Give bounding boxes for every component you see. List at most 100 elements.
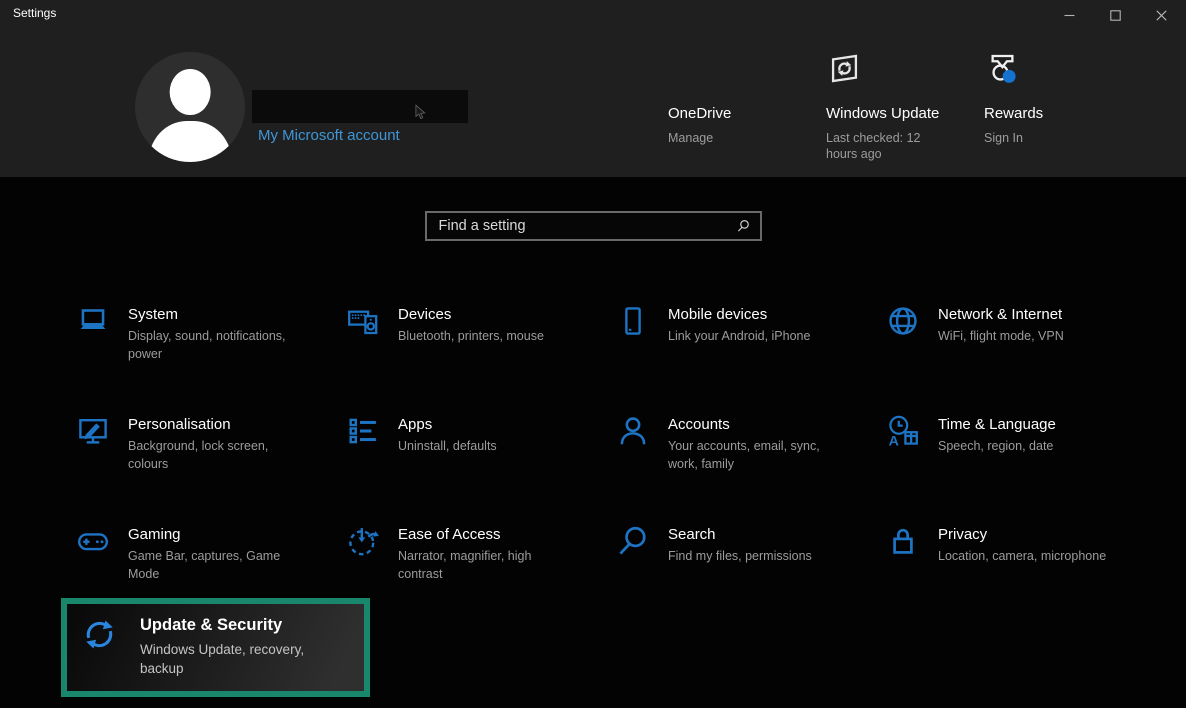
ease-of-access-icon (345, 523, 381, 559)
category-subtitle: Bluetooth, printers, mouse (398, 328, 544, 346)
category-title: Mobile devices (668, 305, 810, 324)
search-box (425, 211, 762, 241)
window-controls (1046, 0, 1184, 30)
category-tile[interactable]: Ease of Access Narrator, magnifier, high… (345, 520, 615, 630)
category-text: Accounts Your accounts, email, sync, wor… (668, 410, 840, 473)
category-tile[interactable]: Personalisation Background, lock screen,… (75, 410, 345, 520)
quick-item-subtitle: Sign In (984, 130, 1092, 146)
apps-icon (345, 413, 381, 449)
category-tile-update-security[interactable]: Update & Security Windows Update, recove… (61, 598, 370, 697)
category-title: Personalisation (128, 415, 300, 434)
ease-of-access-icon (345, 523, 381, 559)
time-language-icon: A (885, 413, 921, 449)
category-tile[interactable]: System Display, sound, notifications, po… (75, 300, 345, 410)
category-tile[interactable]: Apps Uninstall, defaults (345, 410, 615, 520)
category-title: Privacy (938, 525, 1106, 544)
personalisation-icon (75, 413, 111, 449)
close-button[interactable] (1138, 0, 1184, 30)
gaming-icon (75, 523, 111, 559)
system-icon (75, 303, 111, 339)
rewards-medal-icon (984, 50, 1112, 88)
rewards-medal-icon (984, 50, 1021, 87)
category-title: Devices (398, 305, 544, 324)
category-title: Gaming (128, 525, 300, 544)
category-title: Apps (398, 415, 497, 434)
quick-item-title: Windows Update (826, 104, 954, 123)
system-icon (75, 303, 111, 339)
category-subtitle: Narrator, magnifier, high contrast (398, 548, 570, 583)
category-title: Ease of Access (398, 525, 570, 544)
category-tile[interactable]: A Time & Language Speech, region, date (885, 410, 1155, 520)
category-text: Privacy Location, camera, microphone (938, 520, 1106, 566)
category-text: Personalisation Background, lock screen,… (128, 410, 300, 473)
category-tile[interactable]: Mobile devices Link your Android, iPhone (615, 300, 885, 410)
mobile-devices-icon (615, 303, 651, 339)
window-title: Settings (13, 6, 56, 20)
header-panel: Settings My Microsoft account (0, 0, 1186, 177)
maximize-icon (1110, 10, 1121, 21)
devices-icon (345, 303, 381, 339)
category-subtitle: Display, sound, notifications, power (128, 328, 300, 363)
onedrive-cloud-icon (668, 50, 796, 88)
devices-icon (345, 303, 381, 339)
category-title: System (128, 305, 300, 324)
category-title: Network & Internet (938, 305, 1064, 324)
category-text: Apps Uninstall, defaults (398, 410, 497, 456)
category-subtitle: Game Bar, captures, Game Mode (128, 548, 300, 583)
close-icon (1156, 10, 1167, 21)
microsoft-account-link[interactable]: My Microsoft account (258, 127, 400, 144)
privacy-lock-icon (885, 523, 921, 559)
search-icon[interactable] (736, 219, 751, 234)
category-tile[interactable]: Devices Bluetooth, printers, mouse (345, 300, 615, 410)
category-text: Time & Language Speech, region, date (938, 410, 1056, 456)
search-category-icon (615, 523, 651, 559)
category-subtitle: Location, camera, microphone (938, 548, 1106, 566)
category-tile[interactable]: Accounts Your accounts, email, sync, wor… (615, 410, 885, 520)
privacy-lock-icon (885, 523, 921, 559)
category-subtitle: Background, lock screen, colours (128, 438, 300, 473)
minimize-button[interactable] (1046, 0, 1092, 30)
category-subtitle: Uninstall, defaults (398, 438, 497, 456)
search-row (0, 211, 1186, 241)
redacted-username (252, 90, 468, 123)
category-title: Accounts (668, 415, 840, 434)
settings-grid: System Display, sound, notifications, po… (75, 300, 1155, 630)
category-tile[interactable]: Search Find my files, permissions (615, 520, 885, 630)
update-security-icon (81, 616, 118, 653)
category-tile[interactable]: Network & Internet WiFi, flight mode, VP… (885, 300, 1155, 410)
quick-item-title: OneDrive (668, 104, 796, 123)
category-title: Update & Security (140, 614, 322, 636)
network-globe-icon (885, 303, 921, 339)
category-subtitle: Speech, region, date (938, 438, 1056, 456)
update-security-icon (81, 616, 118, 653)
windows-update-badge-icon (826, 50, 863, 87)
category-subtitle: Link your Android, iPhone (668, 328, 810, 346)
category-text: Update & Security Windows Update, recove… (140, 613, 322, 678)
category-title: Time & Language (938, 415, 1056, 434)
apps-icon (345, 413, 381, 449)
gaming-icon (75, 523, 111, 559)
network-globe-icon (885, 303, 921, 339)
category-subtitle: WiFi, flight mode, VPN (938, 328, 1064, 346)
quick-item[interactable]: OneDrive Manage (668, 50, 796, 162)
category-text: Search Find my files, permissions (668, 520, 812, 566)
mouse-cursor-icon (415, 104, 426, 121)
category-text: Gaming Game Bar, captures, Game Mode (128, 520, 300, 583)
svg-text:A: A (889, 434, 899, 449)
accounts-icon (615, 413, 651, 449)
avatar-body (148, 121, 232, 162)
category-text: Devices Bluetooth, printers, mouse (398, 300, 544, 346)
quick-item[interactable]: Rewards Sign In (984, 50, 1112, 162)
category-subtitle: Windows Update, recovery, backup (140, 640, 322, 678)
category-text: Mobile devices Link your Android, iPhone (668, 300, 810, 346)
category-subtitle: Your accounts, email, sync, work, family (668, 438, 840, 473)
maximize-button[interactable] (1092, 0, 1138, 30)
avatar-head (170, 69, 211, 115)
search-category-icon (615, 523, 651, 559)
category-tile[interactable]: Privacy Location, camera, microphone (885, 520, 1155, 630)
search-input[interactable] (427, 213, 760, 239)
category-text: Network & Internet WiFi, flight mode, VP… (938, 300, 1064, 346)
category-subtitle: Find my files, permissions (668, 548, 812, 566)
onedrive-cloud-icon (668, 50, 705, 87)
quick-item[interactable]: Windows Update Last checked: 12 hours ag… (826, 50, 954, 162)
